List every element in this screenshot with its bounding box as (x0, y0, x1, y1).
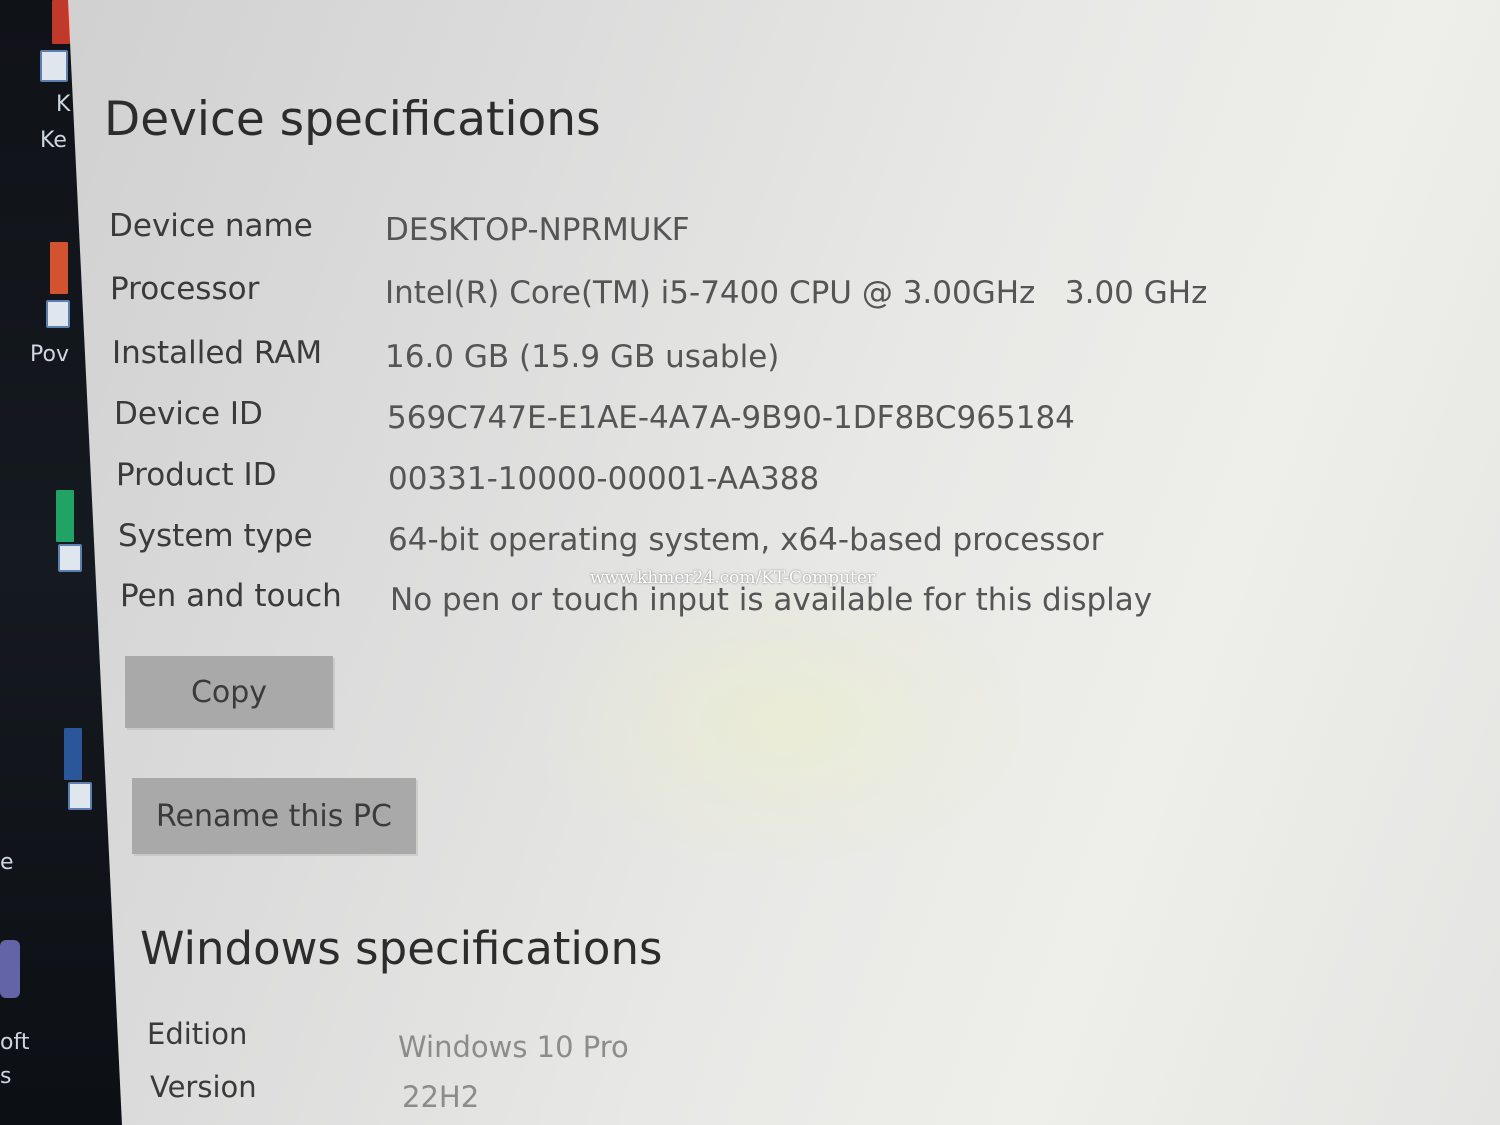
spec-value: DESKTOP-NPRMUKF (385, 212, 690, 248)
desktop-label: s (0, 1064, 12, 1089)
desktop-label: Ke (40, 128, 67, 153)
spec-label: System type (118, 518, 313, 554)
desktop-app-tile-orange (50, 242, 68, 294)
version-label: Version (150, 1070, 257, 1104)
spec-value: 64-bit operating system, x64-based proce… (388, 522, 1104, 558)
desktop-shortcut-icon[interactable] (40, 50, 68, 82)
spec-label: Pen and touch (120, 578, 342, 614)
desktop-app-tile-purple (0, 940, 20, 998)
version-value: 22H2 (402, 1080, 480, 1114)
desktop-shortcut-icon[interactable] (68, 782, 92, 810)
spec-value: Intel(R) Core(TM) i5-7400 CPU @ 3.00GHz … (385, 275, 1208, 311)
desktop-label: e (0, 850, 14, 875)
edition-label: Edition (147, 1017, 248, 1051)
desktop-app-tile-green (56, 490, 74, 542)
copy-button[interactable]: Copy (125, 656, 333, 728)
spec-value: 00331-10000-00001-AA388 (388, 461, 820, 497)
spec-label: Product ID (116, 457, 277, 493)
spec-label: Processor (110, 271, 260, 307)
desktop-label: K (56, 92, 71, 117)
spec-label: Device ID (114, 396, 263, 432)
desktop-app-tile-red (52, 0, 70, 44)
desktop-shortcut-icon[interactable] (46, 300, 70, 328)
spec-label: Device name (109, 208, 313, 244)
spec-label: Installed RAM (112, 335, 323, 371)
device-specifications-title: Device specifications (104, 92, 601, 147)
windows-specifications-title: Windows specifications (140, 922, 663, 975)
settings-about-window: Device specifications Device name DESKTO… (68, 0, 1500, 1125)
desktop-shortcut-icon[interactable] (58, 544, 82, 572)
desktop-label: Pov (30, 342, 69, 367)
rename-this-pc-button[interactable]: Rename this PC (132, 778, 416, 854)
edition-value: Windows 10 Pro (398, 1030, 629, 1064)
watermark-text: www.khmer24.com/KT-Computer (590, 568, 876, 588)
spec-value: 16.0 GB (15.9 GB usable) (385, 339, 780, 375)
desktop-app-tile-blue (64, 728, 82, 780)
desktop-label: oft (0, 1030, 30, 1055)
spec-value: 569C747E-E1AE-4A7A-9B90-1DF8BC965184 (387, 400, 1075, 436)
